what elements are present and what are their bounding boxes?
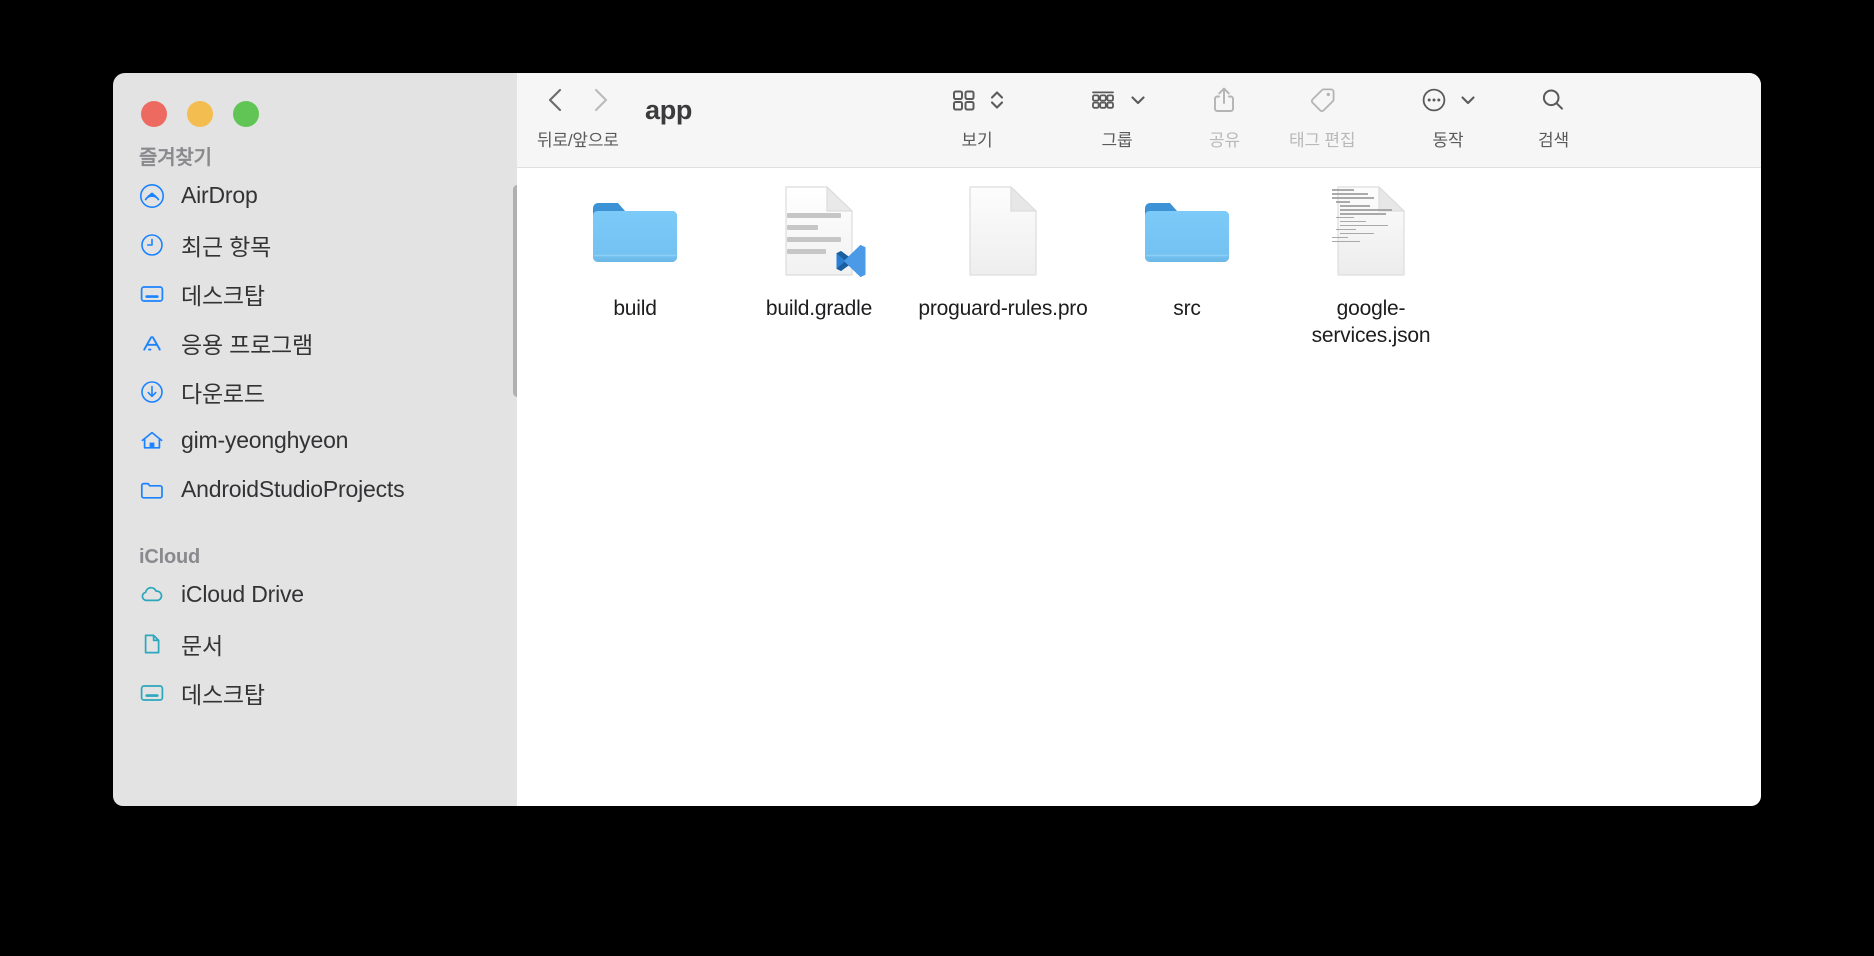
desktop-icon	[139, 680, 165, 706]
file-item[interactable]: build.gradle	[727, 179, 911, 322]
sidebar-item-label: 문서	[181, 632, 223, 659]
sidebar-item-recents[interactable]: 최근 항목	[113, 220, 517, 269]
document-icon	[139, 631, 165, 657]
sidebar-item-downloads[interactable]: 다운로드	[113, 367, 517, 416]
json-preview-lines	[1332, 189, 1392, 245]
group-button[interactable]: 그룹	[1087, 73, 1147, 168]
airdrop-icon	[139, 183, 165, 209]
file-name: google-services.json	[1311, 297, 1431, 347]
edit-tags-button-label: 태그 편집	[1289, 131, 1356, 150]
document-icon	[767, 179, 871, 283]
action-button-label: 동작	[1432, 131, 1464, 150]
file-name: src	[1173, 297, 1201, 320]
applications-icon	[139, 330, 165, 356]
search-button-label: 검색	[1538, 131, 1569, 150]
edit-tags-button[interactable]: 태그 편집	[1289, 73, 1355, 168]
action-button[interactable]: 동작	[1419, 73, 1477, 168]
sidebar-item-applications[interactable]: 응용 프로그램	[113, 318, 517, 367]
file-name: proguard-rules.pro	[918, 297, 1088, 320]
group-rows-icon	[1087, 85, 1119, 120]
view-button-label: 보기	[961, 131, 993, 150]
sidebar-item-label: AndroidStudioProjects	[181, 476, 405, 502]
share-icon	[1210, 84, 1238, 121]
folder-icon	[1135, 179, 1239, 283]
blank-document-icon	[951, 179, 1055, 283]
sidebar-item-label: gim-yeonghyeon	[181, 427, 349, 453]
back-button[interactable]	[545, 86, 567, 119]
file-item[interactable]: google-services.json	[1279, 179, 1463, 349]
chevron-down-icon	[1129, 91, 1147, 114]
sidebar-item-label: 최근 항목	[181, 233, 272, 260]
minimize-button[interactable]	[187, 101, 213, 127]
screen: 즐겨찾기 AirDrop 최근 항목 데스크탑 응용 프로그램 다운로드 gim…	[0, 0, 1874, 956]
sidebar-scroll-area[interactable]: 즐겨찾기 AirDrop 최근 항목 데스크탑 응용 프로그램 다운로드 gim…	[113, 145, 517, 806]
chevron-updown-icon	[989, 87, 1005, 118]
sidebar-item-desktop[interactable]: 데스크탑	[113, 269, 517, 318]
sidebar-item-androidstudioprojects[interactable]: AndroidStudioProjects	[113, 465, 517, 514]
file-item[interactable]: proguard-rules.pro	[911, 179, 1095, 322]
file-item[interactable]: build	[543, 179, 727, 322]
sidebar-list-icloud: iCloud Drive 문서 데스크탑	[113, 570, 517, 717]
share-button[interactable]: 공유	[1209, 73, 1240, 168]
forward-button[interactable]	[589, 86, 611, 119]
vscode-badge-icon	[830, 241, 870, 281]
close-button[interactable]	[141, 101, 167, 127]
sidebar: 즐겨찾기 AirDrop 최근 항목 데스크탑 응용 프로그램 다운로드 gim…	[113, 73, 517, 806]
sidebar-section-favorites-title: 즐겨찾기	[139, 147, 212, 169]
folder-icon	[139, 477, 165, 503]
sidebar-list-favorites: AirDrop 최근 항목 데스크탑 응용 프로그램 다운로드 gim-yeon…	[113, 171, 517, 514]
chevron-down-icon	[1459, 91, 1477, 114]
sidebar-item-label: 다운로드	[181, 380, 265, 407]
search-button[interactable]: 검색	[1538, 73, 1569, 168]
finder-window: 즐겨찾기 AirDrop 최근 항목 데스크탑 응용 프로그램 다운로드 gim…	[113, 73, 1761, 806]
sidebar-item-label: AirDrop	[181, 182, 258, 208]
sidebar-item-icloud-drive[interactable]: iCloud Drive	[113, 570, 517, 619]
ellipsis-circle-icon	[1419, 85, 1449, 120]
sidebar-section-icloud-title: iCloud	[139, 546, 201, 568]
file-grid: build build.gradle proguard-rules.pro sr…	[517, 169, 1761, 806]
file-item[interactable]: src	[1095, 179, 1279, 322]
cloud-icon	[139, 582, 165, 608]
sidebar-item-home[interactable]: gim-yeonghyeon	[113, 416, 517, 465]
view-button[interactable]: 보기	[949, 73, 1005, 168]
sidebar-item-label: iCloud Drive	[181, 581, 304, 607]
sidebar-item-label: 데스크탑	[181, 282, 265, 309]
window-controls	[141, 101, 259, 127]
download-circle-icon	[139, 379, 165, 405]
sidebar-item-documents[interactable]: 문서	[113, 619, 517, 668]
sidebar-item-label: 응용 프로그램	[181, 331, 313, 358]
group-button-label: 그룹	[1101, 131, 1133, 150]
content-pane: 뒤로/앞으로 app 보기 그룹 공유 태그 편집 동작 검색 build bu…	[517, 73, 1761, 806]
page-title: app	[645, 95, 693, 125]
text-preview-document-icon	[1319, 179, 1423, 283]
grid-view-icon	[949, 85, 979, 120]
sidebar-item-icloud-desktop[interactable]: 데스크탑	[113, 668, 517, 717]
file-name: build.gradle	[765, 297, 873, 320]
folder-icon	[583, 179, 687, 283]
navigation-buttons: 뒤로/앞으로	[537, 73, 619, 168]
sidebar-item-airdrop[interactable]: AirDrop	[113, 171, 517, 220]
search-icon	[1538, 85, 1568, 120]
share-button-label: 공유	[1209, 131, 1240, 150]
maximize-button[interactable]	[233, 101, 259, 127]
home-icon	[139, 428, 165, 454]
desktop-icon	[139, 281, 165, 307]
navigation-caption: 뒤로/앞으로	[537, 131, 619, 150]
file-name: build	[613, 297, 657, 320]
tag-icon	[1306, 84, 1338, 121]
clock-icon	[139, 232, 165, 258]
sidebar-item-label: 데스크탑	[181, 681, 265, 708]
toolbar: 뒤로/앞으로 app 보기 그룹 공유 태그 편집 동작 검색	[517, 73, 1761, 168]
